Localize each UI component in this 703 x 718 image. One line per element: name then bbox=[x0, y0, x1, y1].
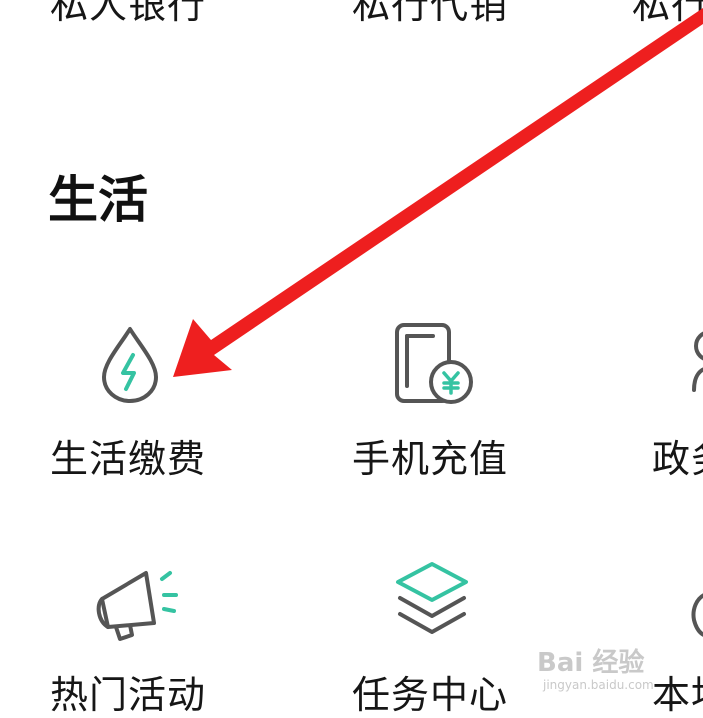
utility-payment-label[interactable]: 生活缴费 bbox=[50, 440, 206, 478]
private-banking-sales-label[interactable]: 私行代销 bbox=[352, 0, 508, 24]
person-icon[interactable] bbox=[688, 328, 703, 398]
watermark-main-text: Bai 经验 bbox=[537, 648, 645, 678]
hot-activities-label[interactable]: 热门活动 bbox=[50, 676, 206, 714]
water-drop-lightning-icon[interactable] bbox=[98, 325, 162, 405]
location-icon[interactable] bbox=[688, 590, 703, 640]
megaphone-icon[interactable] bbox=[92, 565, 184, 645]
private-banking-cut-label[interactable]: 私行 bbox=[632, 0, 703, 24]
phone-yen-icon[interactable] bbox=[393, 322, 475, 408]
section-title-life: 生活 bbox=[48, 171, 148, 229]
baidu-jingyan-watermark: Bai 经验 jingyan.baidu.com bbox=[537, 640, 677, 698]
task-center-label[interactable]: 任务中心 bbox=[352, 676, 508, 714]
government-affairs-label[interactable]: 政务 bbox=[652, 440, 703, 478]
watermark-sub-text: jingyan.baidu.com bbox=[543, 678, 654, 692]
private-banking-label[interactable]: 私人银行 bbox=[50, 0, 206, 24]
layers-icon[interactable] bbox=[392, 558, 472, 644]
mobile-recharge-label[interactable]: 手机充值 bbox=[352, 440, 508, 478]
